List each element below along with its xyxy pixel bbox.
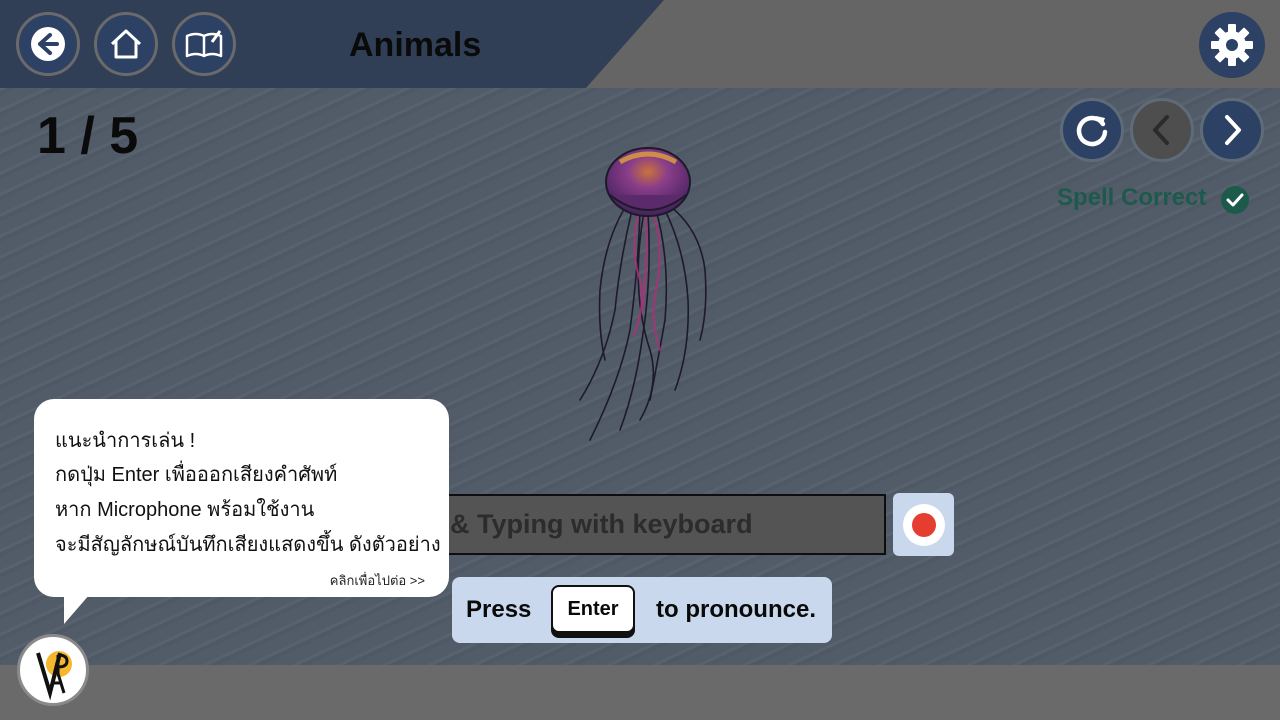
record-icon xyxy=(902,503,945,546)
hint-pronounce-text: to pronounce. xyxy=(656,596,816,623)
jellyfish-image xyxy=(579,147,707,441)
tutorial-line: แนะนำการเล่น ! xyxy=(55,430,196,452)
reload-button[interactable] xyxy=(1060,98,1124,162)
counter-separator: / xyxy=(65,107,110,165)
settings-button[interactable] xyxy=(1199,12,1265,78)
record-button[interactable] xyxy=(893,493,954,556)
book-edit-icon xyxy=(185,30,223,58)
current-index: 1 xyxy=(37,107,66,165)
pronounce-hint: Press Enter to pronounce. xyxy=(452,577,832,643)
tutorial-bubble-tail xyxy=(64,594,90,624)
previous-button[interactable] xyxy=(1130,98,1194,162)
bottom-bar xyxy=(0,665,1280,720)
word-counter: 1 / 5 xyxy=(37,106,138,166)
gear-icon xyxy=(1211,24,1253,66)
spell-status-label: Spell Correct xyxy=(1057,184,1207,211)
chevron-right-icon xyxy=(1225,115,1241,145)
enter-key-icon: Enter xyxy=(551,585,635,633)
chevron-left-icon xyxy=(1153,115,1169,145)
total-count: 5 xyxy=(109,107,139,165)
home-icon xyxy=(110,29,142,59)
page-title: Animals xyxy=(349,26,482,64)
tutorial-line: จะมีสัญลักษณ์บันทึกเสียงแสดงขึ้น ดังตัวอ… xyxy=(55,534,441,556)
logo-icon xyxy=(36,651,72,701)
tutorial-continue-link[interactable]: คลิกเพื่อไปต่อ >> xyxy=(330,570,425,591)
tutorial-line: กดปุ่ม Enter เพื่อออกเสียงคำศัพท์ xyxy=(55,464,338,486)
next-button[interactable] xyxy=(1200,98,1264,162)
home-button[interactable] xyxy=(94,12,158,76)
tutorial-bubble[interactable]: แนะนำการเล่น ! กดปุ่ม Enter เพื่อออกเสีย… xyxy=(34,399,449,597)
reload-icon xyxy=(1076,115,1108,147)
tutorial-line: หาก Microphone พร้อมใช้งาน xyxy=(55,499,315,521)
check-circle-icon xyxy=(1221,186,1249,214)
mascot-logo[interactable] xyxy=(17,634,89,706)
vocabulary-book-button[interactable] xyxy=(172,12,236,76)
back-button[interactable] xyxy=(16,12,80,76)
arrow-left-icon xyxy=(31,27,65,61)
hint-press-text: Press xyxy=(466,596,532,623)
